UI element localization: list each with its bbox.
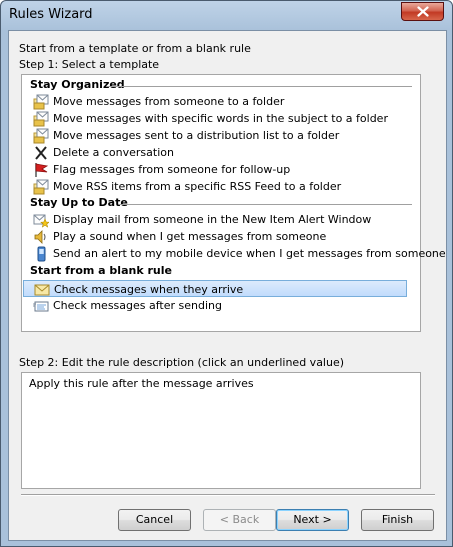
- step1-label: Step 1: Select a template: [19, 58, 160, 71]
- template-item-label: Move messages with specific words in the…: [53, 112, 388, 125]
- template-item-move-distribution-list[interactable]: Move messages sent to a distribution lis…: [30, 127, 413, 144]
- back-button[interactable]: < Back: [203, 509, 276, 531]
- template-item-move-rss[interactable]: Move RSS items from a specific RSS Feed …: [30, 178, 413, 195]
- delete-x-icon: [35, 146, 47, 160]
- intro-text: Start from a template or from a blank ru…: [19, 42, 251, 55]
- red-flag-icon: [35, 163, 49, 177]
- template-item-flag-followup[interactable]: Flag messages from someone for follow-up: [30, 161, 413, 178]
- template-item-mobile-alert[interactable]: Send an alert to my mobile device when I…: [30, 245, 446, 262]
- envelope-folder-icon: [33, 111, 49, 127]
- dialog-body: Start from a template or from a blank ru…: [8, 30, 447, 541]
- title-bar[interactable]: Rules Wizard: [1, 1, 452, 30]
- finish-button[interactable]: Finish: [361, 509, 434, 531]
- template-item-move-from-someone[interactable]: Move messages from someone to a folder: [30, 93, 413, 110]
- envelope-folder-icon: [33, 94, 49, 110]
- template-item-move-with-words[interactable]: Move messages with specific words in the…: [30, 110, 413, 127]
- template-item-label: Play a sound when I get messages from so…: [53, 230, 327, 243]
- template-item-label: Move RSS items from a specific RSS Feed …: [53, 180, 342, 193]
- template-item-label: Check messages when they arrive: [54, 283, 244, 296]
- envelope-folder-icon: [33, 179, 49, 195]
- template-item-label: Move messages from someone to a folder: [53, 95, 285, 108]
- cancel-button[interactable]: Cancel: [118, 509, 191, 531]
- template-item-check-after-sending[interactable]: Check messages after sending: [30, 297, 413, 314]
- rule-description-box[interactable]: Apply this rule after the message arrive…: [21, 372, 421, 489]
- envelope-folder-icon: [33, 128, 49, 144]
- group-header-stay-up-to-date: Stay Up to Date: [30, 196, 128, 209]
- template-item-check-on-arrival[interactable]: Check messages when they arrive: [23, 280, 407, 297]
- window-frame: Rules Wizard Start from a template or fr…: [0, 0, 453, 547]
- window-title: Rules Wizard: [9, 7, 93, 22]
- button-separator: [21, 494, 435, 496]
- template-item-label: Flag messages from someone for follow-up: [53, 163, 291, 176]
- mobile-phone-icon: [37, 246, 46, 262]
- template-item-new-item-alert[interactable]: Display mail from someone in the New Ite…: [30, 211, 413, 228]
- template-item-play-sound[interactable]: Play a sound when I get messages from so…: [30, 228, 413, 245]
- template-item-delete-conversation[interactable]: Delete a conversation: [30, 144, 413, 161]
- template-list[interactable]: Stay Organized Move messages from someon…: [21, 74, 446, 332]
- alert-star-icon: [33, 214, 49, 228]
- group-header-blank-rule: Start from a blank rule: [30, 264, 172, 277]
- template-item-label: Send an alert to my mobile device when I…: [53, 247, 446, 260]
- sent-mail-icon: [33, 301, 49, 312]
- group-divider: [120, 204, 412, 205]
- template-item-label: Check messages after sending: [53, 299, 222, 312]
- template-item-label: Delete a conversation: [53, 146, 174, 159]
- template-item-label: Move messages sent to a distribution lis…: [53, 129, 340, 142]
- template-item-label: Display mail from someone in the New Ite…: [53, 213, 372, 226]
- next-button[interactable]: Next >: [276, 509, 349, 531]
- group-divider: [107, 86, 412, 87]
- speaker-icon: [34, 230, 46, 244]
- rule-description-text: Apply this rule after the message arrive…: [29, 377, 254, 390]
- envelope-icon: [34, 284, 50, 296]
- step2-label: Step 2: Edit the rule description (click…: [19, 356, 345, 369]
- close-icon: [417, 6, 429, 17]
- group-header-stay-organized: Stay Organized: [30, 78, 125, 91]
- close-button[interactable]: [401, 2, 444, 21]
